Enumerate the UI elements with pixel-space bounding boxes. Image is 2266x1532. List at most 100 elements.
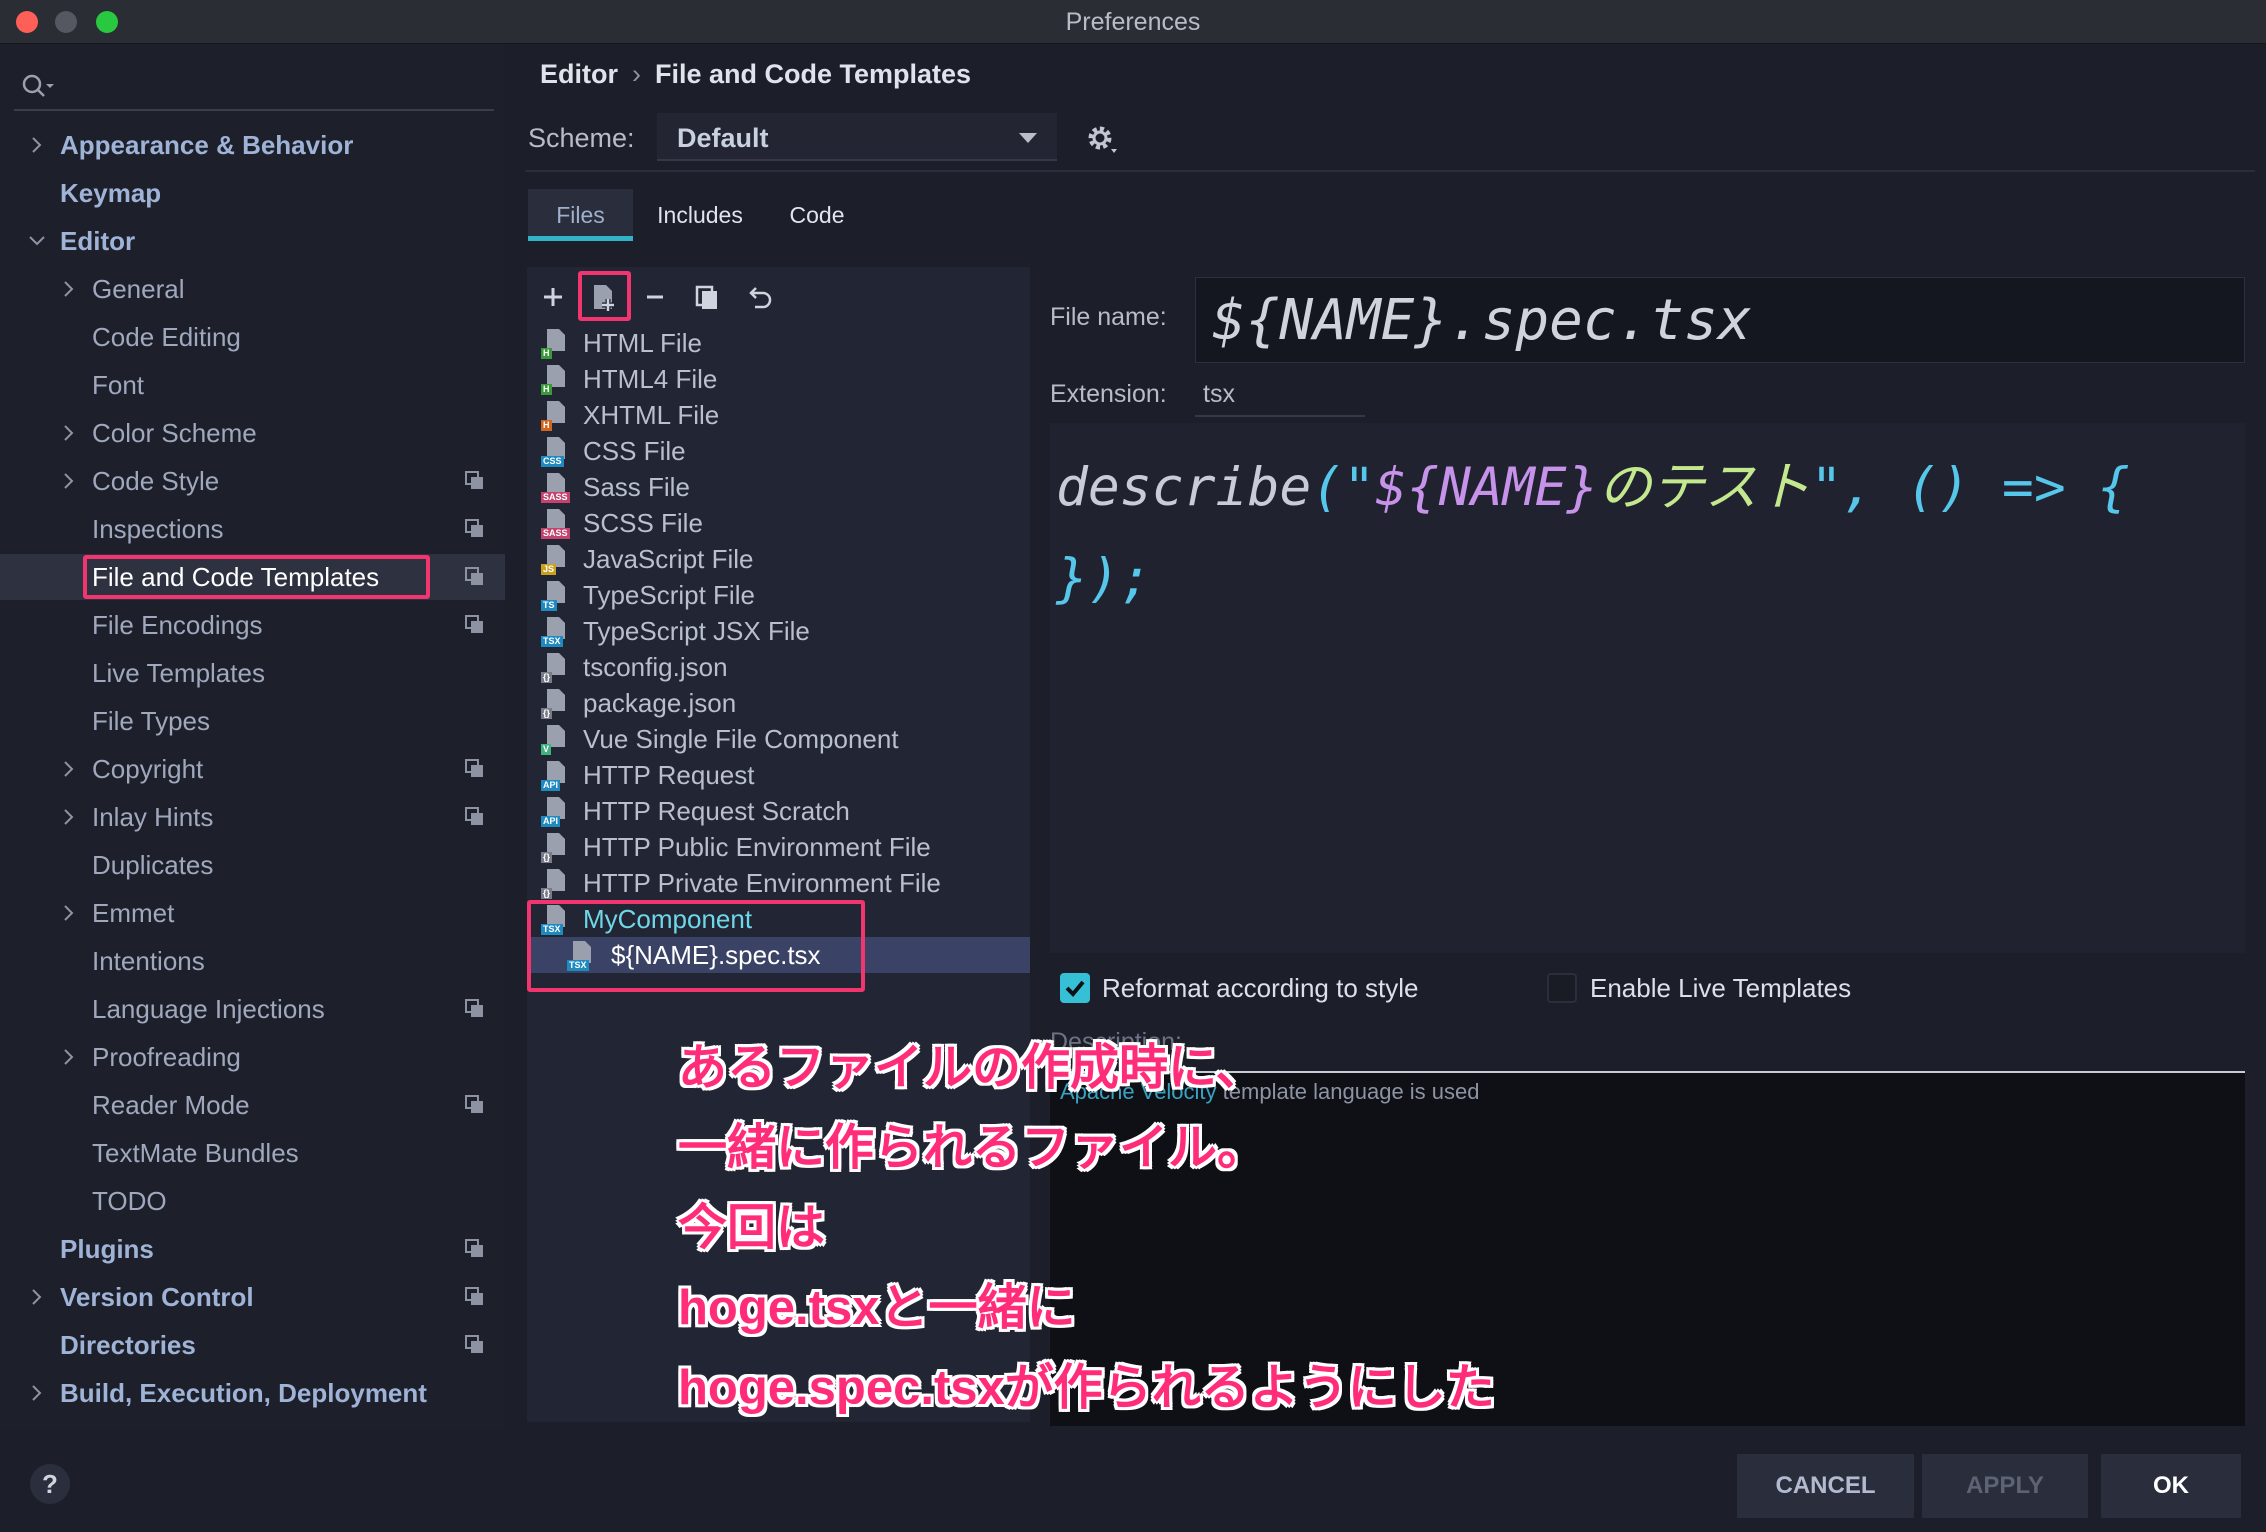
file-type-badge: H [541,348,552,359]
reformat-label[interactable]: Reformat according to style [1102,973,1418,1004]
reformat-checkbox[interactable] [1060,973,1090,1003]
sidebar-item-languages-frameworks[interactable]: Languages & Frameworks [0,1418,505,1430]
project-scope-icon [465,519,483,537]
template-list-item[interactable]: H HTML4 File [527,361,1030,397]
sidebar-item-label: General [92,274,185,304]
breadcrumb-parent[interactable]: Editor [540,59,618,89]
tab-files[interactable]: Files [528,189,633,241]
template-list-item[interactable]: {} HTTP Private Environment File [527,865,1030,901]
template-list-item[interactable]: H XHTML File [527,397,1030,433]
sidebar-item-version-control[interactable]: Version Control [0,1274,505,1320]
template-list-item[interactable]: V Vue Single File Component [527,721,1030,757]
sidebar-item-proofreading[interactable]: Proofreading [0,1034,505,1080]
template-list-item[interactable]: TSX TypeScript JSX File [527,613,1030,649]
template-list-item[interactable]: TS TypeScript File [527,577,1030,613]
code-punct: (" [1311,457,1376,518]
breadcrumb-current: File and Code Templates [655,59,972,89]
template-list-item[interactable]: H HTML File [527,325,1030,361]
sidebar-item-textmate-bundles[interactable]: TextMate Bundles [0,1130,505,1176]
sidebar-item-directories[interactable]: Directories [0,1322,505,1368]
caret-down-icon [1019,133,1037,143]
template-name: HTTP Request [583,760,755,790]
extension-input[interactable]: tsx [1195,367,1365,417]
title-bar: Preferences [0,0,2266,44]
help-button[interactable]: ? [30,1464,70,1504]
add-icon[interactable] [533,277,573,317]
extension-value: tsx [1203,380,1235,408]
sidebar-item-language-injections[interactable]: Language Injections [0,986,505,1032]
sidebar-item-file-types[interactable]: File Types [0,698,505,744]
file-type-badge: CSS [541,456,564,467]
enable-live-templates-checkbox[interactable] [1547,973,1577,1003]
sidebar-item-intentions[interactable]: Intentions [0,938,505,984]
copy-icon[interactable] [687,277,727,317]
tab-includes[interactable]: Includes [640,189,760,241]
template-list-item[interactable]: {} HTTP Public Environment File [527,829,1030,865]
project-scope-icon [465,1095,483,1113]
apply-button[interactable]: APPLY [1922,1454,2088,1518]
template-list-item[interactable]: SASS SCSS File [527,505,1030,541]
sidebar-item-keymap[interactable]: Keymap [0,170,505,216]
sidebar-item-label: Inspections [92,514,224,544]
dialog-footer: ? CANCEL APPLY OK [0,1430,2266,1532]
highlight-box-sidebar [83,555,430,599]
remove-icon[interactable] [635,277,675,317]
chevron-down-icon [29,236,45,246]
template-list-item[interactable]: {} tsconfig.json [527,649,1030,685]
file-template-icon: {} [541,831,569,863]
template-list-item[interactable]: JS JavaScript File [527,541,1030,577]
sidebar-item-code-style[interactable]: Code Style [0,458,505,504]
settings-search-input[interactable] [14,65,494,111]
sidebar-item-appearance-behavior[interactable]: Appearance & Behavior [0,122,505,168]
sidebar-item-general[interactable]: General [0,266,505,312]
project-scope-icon [465,1239,483,1257]
reset-icon[interactable] [739,277,779,317]
sidebar-item-copyright[interactable]: Copyright [0,746,505,792]
sidebar-item-label: Inlay Hints [92,802,214,832]
sidebar-item-todo[interactable]: TODO [0,1178,505,1224]
file-name-input[interactable]: ${NAME}.spec.tsx [1195,277,2245,363]
sidebar-item-editor[interactable]: Editor [0,218,505,264]
code-variable: ${NAME} [1375,457,1599,518]
template-list-item[interactable]: API HTTP Request Scratch [527,793,1030,829]
cancel-button[interactable]: CANCEL [1737,1454,1914,1518]
file-name-value: ${NAME}.spec.tsx [1212,288,1752,353]
sidebar-item-label: Languages & Frameworks [60,1418,384,1430]
sidebar-item-label: Reader Mode [92,1090,250,1120]
annotation-line: 一緒に作られるファイル。 [678,1121,1267,1175]
template-list-item[interactable]: API HTTP Request [527,757,1030,793]
gear-icon[interactable] [1085,123,1119,157]
template-name: HTML4 File [583,364,718,394]
template-list-item[interactable]: SASS Sass File [527,469,1030,505]
file-template-icon: H [541,399,569,431]
annotation-line: hoge.tsxと一緒に [678,1281,1076,1335]
sidebar-item-label: Keymap [60,178,162,208]
project-scope-icon [465,567,483,585]
template-list-item[interactable]: {} package.json [527,685,1030,721]
sidebar-item-inspections[interactable]: Inspections [0,506,505,552]
sidebar-item-emmet[interactable]: Emmet [0,890,505,936]
sidebar-item-build-execution-deployment[interactable]: Build, Execution, Deployment [0,1370,505,1416]
scheme-select[interactable]: Default [657,113,1057,161]
template-name: tsconfig.json [583,652,728,682]
file-type-badge: JS [541,564,557,575]
sidebar-item-color-scheme[interactable]: Color Scheme [0,410,505,456]
sidebar-item-live-templates[interactable]: Live Templates [0,650,505,696]
sidebar-item-code-editing[interactable]: Code Editing [0,314,505,360]
template-code-editor[interactable]: describe("${NAME}のテスト", () => { }); [1050,423,2245,953]
file-type-badge: V [541,744,552,755]
template-list-item[interactable]: CSS CSS File [527,433,1030,469]
tab-code[interactable]: Code [767,189,867,241]
sidebar-item-inlay-hints[interactable]: Inlay Hints [0,794,505,840]
file-template-icon: H [541,327,569,359]
sidebar-item-reader-mode[interactable]: Reader Mode [0,1082,505,1128]
sidebar-item-label: Appearance & Behavior [60,130,354,160]
sidebar-item-plugins[interactable]: Plugins [0,1226,505,1272]
sidebar-item-duplicates[interactable]: Duplicates [0,842,505,888]
enable-live-templates-label[interactable]: Enable Live Templates [1590,973,1851,1004]
file-type-badge: TSX [541,636,563,647]
sidebar-item-file-encodings[interactable]: File Encodings [0,602,505,648]
sidebar-item-font[interactable]: Font [0,362,505,408]
annotation-line: あるファイルの作成時に、 [678,1041,1265,1095]
ok-button[interactable]: OK [2101,1454,2241,1518]
